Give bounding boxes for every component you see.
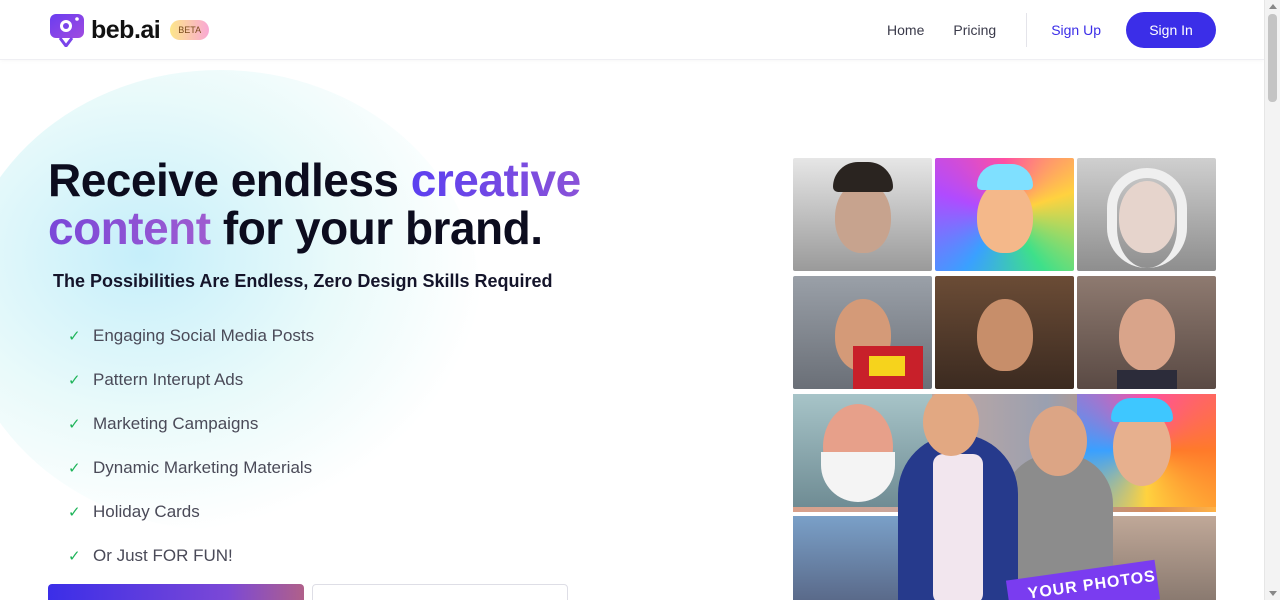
scroll-down-arrow-icon[interactable] bbox=[1269, 591, 1277, 596]
feature-label: Engaging Social Media Posts bbox=[93, 326, 315, 345]
checkmark-icon: ✓ bbox=[68, 460, 81, 477]
headline-part-1: Receive endless bbox=[48, 154, 411, 206]
headline-part-2: for your brand. bbox=[210, 202, 543, 254]
feature-item: ✓ Holiday Cards bbox=[68, 490, 314, 534]
feature-label: Dynamic Marketing Materials bbox=[93, 458, 313, 477]
hero-headline: Receive endless creative content for your… bbox=[48, 156, 648, 252]
primary-cta-button[interactable] bbox=[48, 584, 304, 600]
sign-up-link[interactable]: Sign Up bbox=[1051, 22, 1101, 38]
feature-item: ✓ Engaging Social Media Posts bbox=[68, 314, 314, 358]
feature-item: ✓ Pattern Interupt Ads bbox=[68, 358, 314, 402]
headline-accent-creative: creative bbox=[410, 154, 581, 206]
sign-in-button[interactable]: Sign In bbox=[1126, 12, 1216, 48]
portrait-tile-2 bbox=[935, 158, 1074, 271]
landing-page: beb.ai BETA Home Pricing Sign Up Sign In… bbox=[0, 0, 1280, 600]
brand-logo[interactable]: beb.ai BETA bbox=[49, 13, 210, 48]
scrollbar-thumb[interactable] bbox=[1268, 14, 1277, 102]
feature-item: ✓ Dynamic Marketing Materials bbox=[68, 446, 314, 490]
nav-divider bbox=[1026, 13, 1028, 47]
nav-home-link[interactable]: Home bbox=[887, 22, 924, 38]
page-scrollbar[interactable] bbox=[1264, 0, 1280, 600]
feature-label: Pattern Interupt Ads bbox=[93, 370, 244, 389]
secondary-cta-button[interactable] bbox=[312, 584, 568, 600]
featured-collage-image: YOUR PHOTOS bbox=[793, 394, 1216, 600]
portrait-tile-1 bbox=[793, 158, 932, 271]
checkmark-icon: ✓ bbox=[68, 504, 81, 521]
headline-accent-content: content bbox=[48, 202, 211, 254]
feature-label: Marketing Campaigns bbox=[93, 414, 259, 433]
feature-item: ✓ Or Just FOR FUN! bbox=[68, 534, 314, 578]
nav-pricing-link[interactable]: Pricing bbox=[953, 22, 996, 38]
checkmark-icon: ✓ bbox=[68, 372, 81, 389]
portrait-tile-5 bbox=[935, 276, 1074, 389]
main-nav: Home Pricing Sign Up Sign In bbox=[887, 12, 1216, 48]
checkmark-icon: ✓ bbox=[68, 416, 81, 433]
portrait-tile-6 bbox=[1077, 276, 1216, 389]
feature-label: Holiday Cards bbox=[93, 502, 200, 521]
portrait-tile-4 bbox=[793, 276, 932, 389]
portrait-gallery: YOUR PHOTOS bbox=[793, 158, 1216, 600]
feature-label: Or Just FOR FUN! bbox=[93, 546, 233, 565]
camera-logo-icon bbox=[49, 13, 85, 48]
checkmark-icon: ✓ bbox=[68, 328, 81, 345]
feature-item: ✓ Marketing Campaigns bbox=[68, 402, 314, 446]
beta-badge: BETA bbox=[170, 20, 210, 40]
scroll-up-arrow-icon[interactable] bbox=[1269, 4, 1277, 9]
feature-list: ✓ Engaging Social Media Posts ✓ Pattern In… bbox=[68, 314, 314, 578]
brand-name: beb.ai bbox=[91, 15, 161, 44]
portrait-tile-3 bbox=[1077, 158, 1216, 271]
top-navbar: beb.ai BETA Home Pricing Sign Up Sign In bbox=[0, 0, 1264, 60]
checkmark-icon: ✓ bbox=[68, 548, 81, 565]
hero-subtitle: The Possibilities Are Endless, Zero Desi… bbox=[53, 271, 553, 291]
